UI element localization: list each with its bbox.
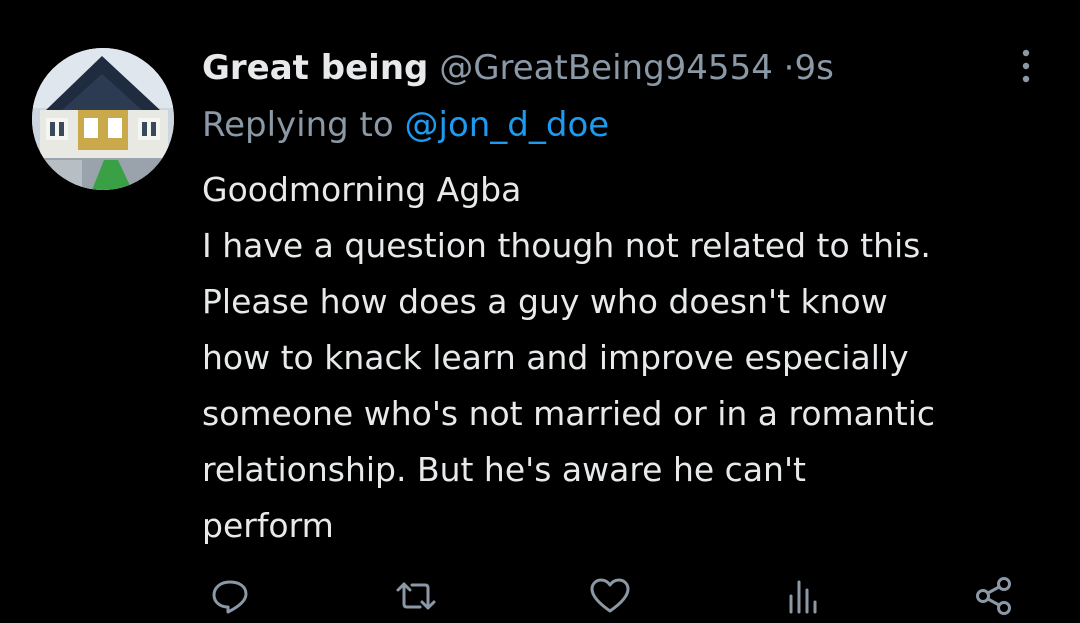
- reply-button[interactable]: [206, 572, 254, 620]
- more-vertical-icon: [1022, 49, 1030, 83]
- more-options-button[interactable]: [1012, 46, 1040, 86]
- reply-icon: [212, 580, 248, 614]
- house-avatar-image: [32, 48, 174, 190]
- tweet-text-line: Goodmorning Agba: [202, 170, 522, 209]
- share-icon: [976, 577, 1011, 615]
- tweet-text-line: someone who's not married or in a romant…: [202, 394, 936, 433]
- tweet-text-line: relationship. But he's aware he can't: [202, 450, 806, 489]
- display-name[interactable]: Great being: [202, 48, 428, 88]
- tweet-text: Goodmorning Agba I have a question thoug…: [202, 162, 1062, 554]
- tweet-timestamp[interactable]: 9s: [794, 48, 833, 88]
- views-icon: [789, 580, 817, 614]
- tweet-header: Great being @GreatBeing94554 ·9s: [202, 42, 834, 94]
- retweet-button[interactable]: [392, 572, 440, 620]
- like-button[interactable]: [586, 572, 634, 620]
- tweet-text-line: how to knack learn and improve especiall…: [202, 338, 909, 377]
- tweet-text-line: Please how does a guy who doesn't know: [202, 282, 888, 321]
- share-button[interactable]: [970, 572, 1018, 620]
- replying-mention-link[interactable]: @jon_d_doe: [405, 105, 610, 145]
- tweet-text-line: I have a question though not related to …: [202, 226, 931, 265]
- tweet-text-line: perform: [202, 506, 334, 545]
- like-icon: [590, 578, 630, 613]
- separator-dot: ·: [783, 48, 795, 88]
- user-handle[interactable]: @GreatBeing94554: [439, 48, 773, 88]
- replying-to: Replying to @jon_d_doe: [202, 100, 609, 150]
- replying-prefix: Replying to: [202, 105, 394, 145]
- views-button[interactable]: [778, 572, 826, 620]
- tweet-actions-bar: [0, 570, 1080, 620]
- avatar[interactable]: [32, 48, 174, 190]
- retweet-icon: [396, 582, 436, 610]
